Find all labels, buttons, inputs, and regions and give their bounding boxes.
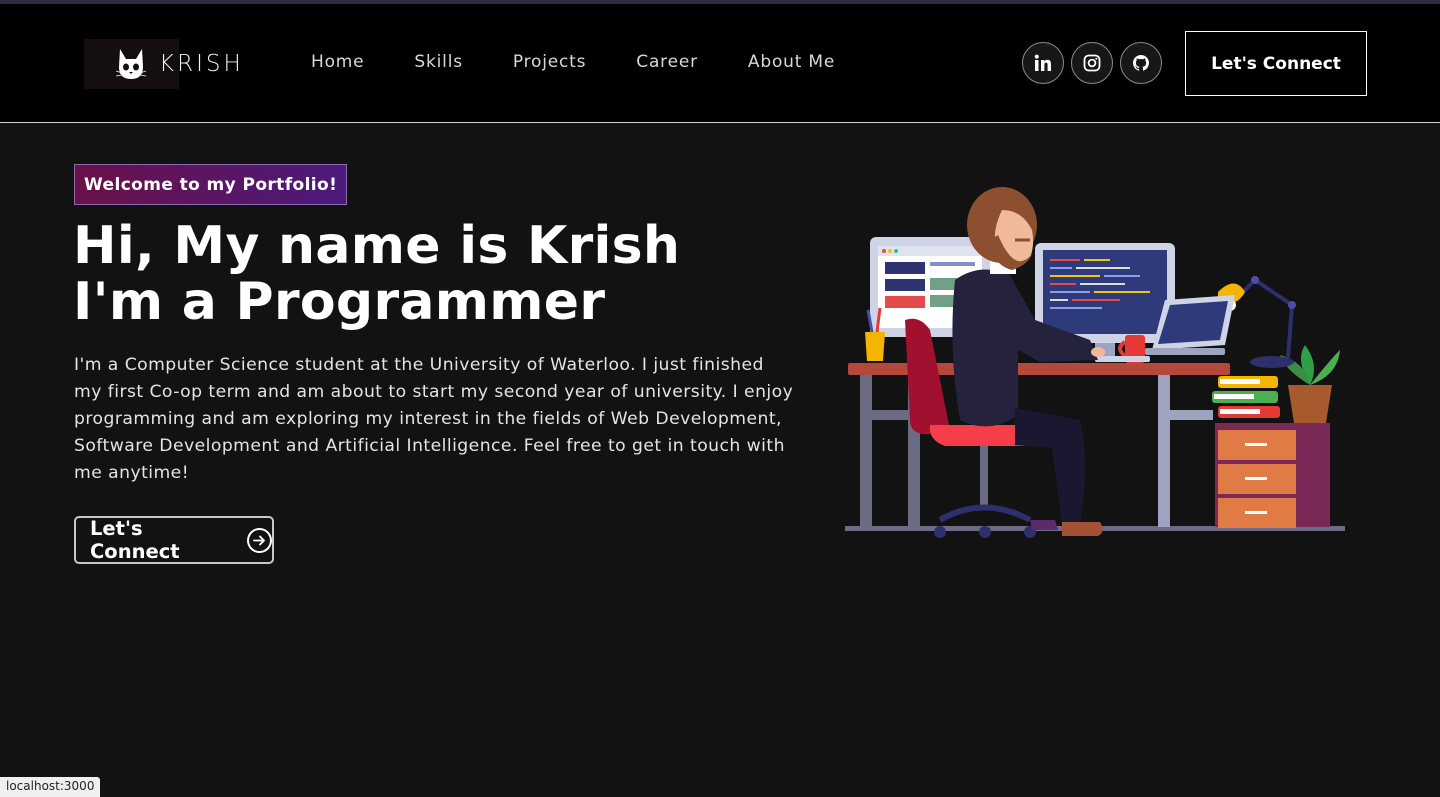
navbar: KRISH Home Skills Projects Career About … [0, 4, 1440, 123]
lets-connect-hero-button[interactable]: Let's Connect [74, 516, 274, 564]
nav-link-home[interactable]: Home [311, 52, 364, 72]
nav-link-skills[interactable]: Skills [414, 52, 462, 72]
cat-face-icon [116, 49, 146, 79]
brand-logo[interactable]: KRISH [84, 39, 244, 89]
nav-link-career[interactable]: Career [636, 52, 698, 72]
instagram-icon [1083, 54, 1101, 72]
lets-connect-nav-button[interactable]: Let's Connect [1185, 31, 1367, 96]
headline-line-2: I'm a Programmer [73, 272, 606, 332]
browser-status-url: localhost:3000 [0, 777, 101, 797]
headline-line-1: Hi, My name is Krish [73, 216, 681, 276]
brand-name: KRISH [159, 51, 244, 77]
programmer-illustration [845, 187, 1345, 538]
nav-link-about-me[interactable]: About Me [748, 52, 835, 72]
hero-bio: I'm a Computer Science student at the Un… [74, 355, 794, 483]
github-icon [1132, 55, 1150, 71]
hero-headline: Hi, My name is Krish I'm a Programmer [73, 218, 680, 330]
nav-link-projects[interactable]: Projects [513, 52, 586, 72]
social-links [1022, 42, 1162, 84]
arrow-right-circle-icon [247, 527, 272, 553]
linkedin-link[interactable] [1022, 42, 1064, 84]
connect-button-label: Let's Connect [90, 517, 180, 563]
github-link[interactable] [1120, 42, 1162, 84]
instagram-link[interactable] [1071, 42, 1113, 84]
welcome-tagline: Welcome to my Portfolio! [74, 164, 348, 205]
nav-links: Home Skills Projects Career About Me [311, 52, 885, 72]
linkedin-icon [1034, 54, 1051, 71]
